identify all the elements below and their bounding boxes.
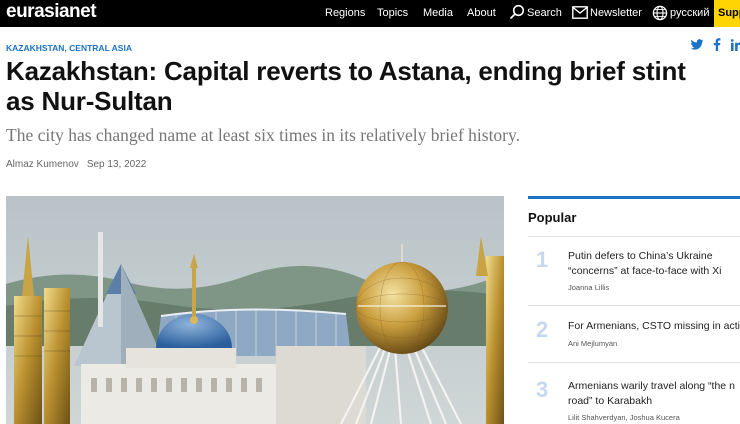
popular-accent-rule [528,196,740,199]
site-logo[interactable]: eurasianet [6,1,97,23]
author-link[interactable]: Almaz Kumenov [6,159,79,170]
mail-icon[interactable] [572,6,588,24]
popular-headline-link[interactable]: Putin defers to China’s Ukraine “concern… [568,249,740,279]
popular-headline-link[interactable]: For Armenians, CSTO missing in acti [568,319,740,334]
article-title-line2: as Nur-Sultan [6,86,173,116]
category-links: KAZAKHSTAN, CENTRAL ASIA [6,43,132,53]
article-title-line1: Kazakhstan: Capital reverts to Astana, e… [6,56,686,86]
linkedin-icon[interactable] [730,38,740,56]
language-link[interactable]: русский [670,7,709,19]
divider [528,305,740,306]
popular-author[interactable]: Lilit Shahverdyan, Joshua Kucera [568,413,680,422]
article-title: Kazakhstan: Capital reverts to Astana, e… [6,56,740,116]
divider [528,362,740,363]
support-button[interactable]: Supp [714,0,740,27]
top-navigation-bar: eurasianet Regions Topics Media About Se… [0,0,740,27]
twitter-icon[interactable] [690,38,704,56]
category-kazakhstan[interactable]: KAZAKHSTAN [6,43,64,53]
nav-regions[interactable]: Regions [325,7,365,19]
popular-rank: 1 [536,247,549,272]
facebook-icon[interactable] [713,38,721,56]
popular-headline-link[interactable]: Armenians warily travel along “the n roa… [568,379,740,409]
popular-heading: Popular [528,210,577,225]
globe-icon[interactable] [652,5,668,26]
publish-date: Sep 13, 2022 [86,159,147,170]
nav-media[interactable]: Media [423,7,453,19]
popular-author[interactable]: Joanna Lillis [568,283,609,292]
search-icon[interactable] [509,4,525,25]
nav-topics[interactable]: Topics [377,7,408,19]
search-link[interactable]: Search [527,7,562,19]
divider [528,236,740,237]
article-subtitle: The city has changed name at least six t… [6,125,520,145]
popular-rank: 3 [536,377,549,402]
hero-image [6,196,504,424]
category-separator: , [64,43,67,53]
popular-author[interactable]: Ani Mejlumyan [568,339,617,348]
popular-rank: 2 [536,317,549,342]
nav-about[interactable]: About [467,7,496,19]
newsletter-link[interactable]: Newsletter [590,7,642,19]
category-central-asia[interactable]: CENTRAL ASIA [69,43,132,53]
byline: Almaz Kumenov Sep 13, 2022 [6,159,146,170]
